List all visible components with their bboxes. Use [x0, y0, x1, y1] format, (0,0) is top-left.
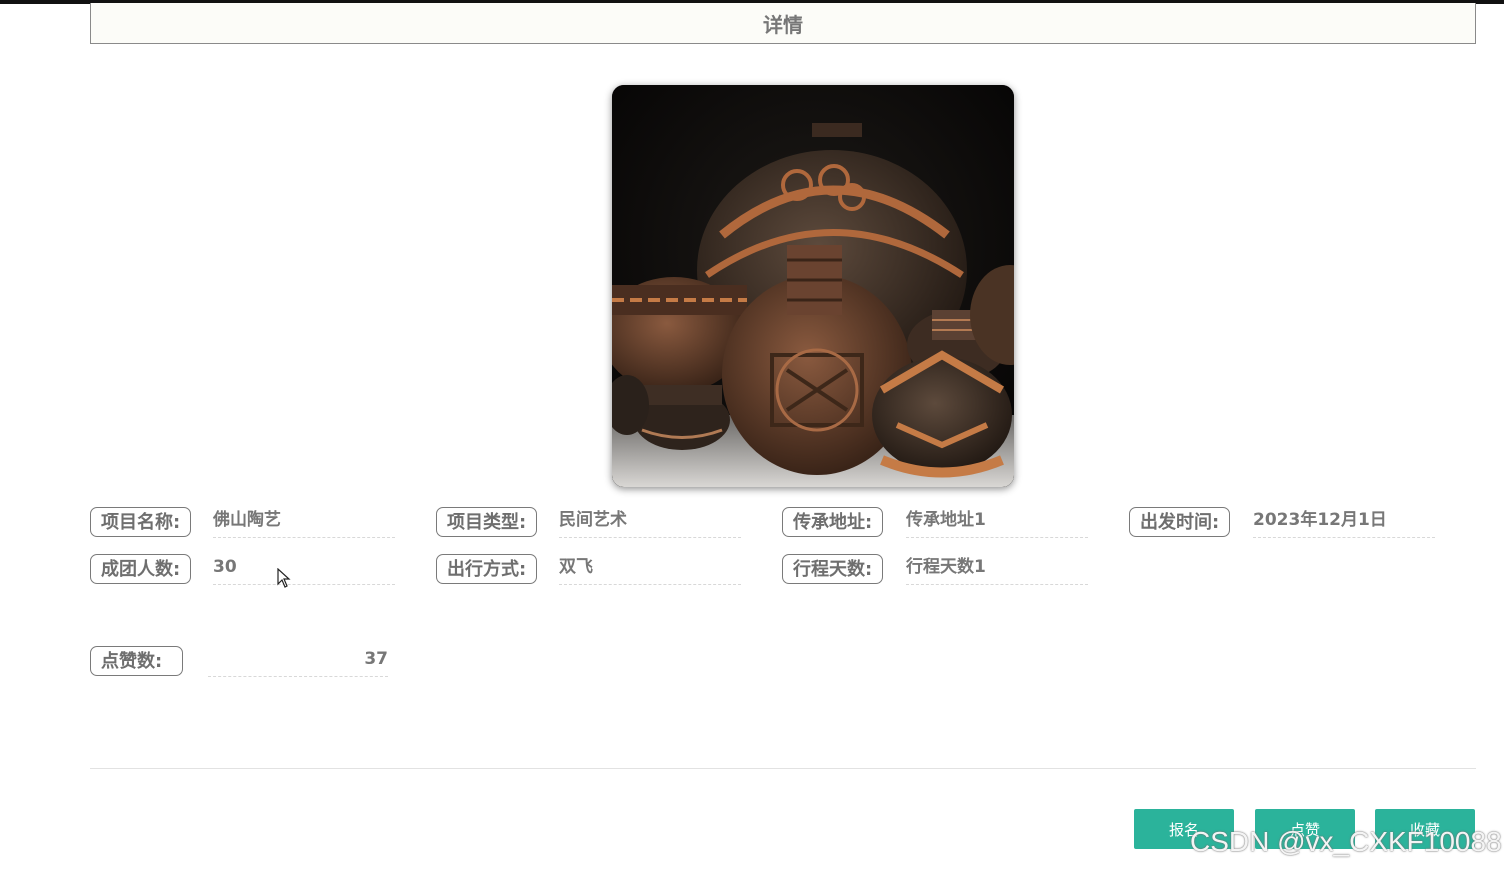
divider	[90, 768, 1476, 769]
trip-days-label: 行程天数:	[782, 554, 884, 584]
field-like-count: 点赞数: 37	[90, 646, 400, 678]
field-travel-mode: 出行方式: 双飞	[436, 554, 746, 586]
field-trip-days: 行程天数: 行程天数1	[782, 554, 1092, 586]
watermark: CSDN @vx_CXKF10088	[1190, 826, 1502, 857]
travel-mode-label: 出行方式:	[436, 554, 538, 584]
detail-header: 详情	[90, 3, 1476, 44]
field-project-name: 项目名称: 佛山陶艺	[90, 507, 400, 539]
mouse-cursor-icon	[277, 568, 291, 588]
heritage-address-label: 传承地址:	[782, 507, 884, 537]
field-group-size: 成团人数: 30	[90, 554, 400, 586]
like-count-value: 37	[208, 646, 388, 677]
like-count-label: 点赞数:	[90, 646, 184, 676]
group-size-label: 成团人数:	[90, 554, 192, 584]
project-image	[612, 85, 1014, 487]
heritage-address-value: 传承地址1	[906, 507, 1088, 538]
page-title: 详情	[763, 13, 803, 37]
project-type-label: 项目类型:	[436, 507, 538, 537]
departure-time-value: 2023年12月1日	[1253, 507, 1435, 538]
project-type-value: 民间艺术	[559, 507, 741, 538]
field-project-type: 项目类型: 民间艺术	[436, 507, 746, 539]
group-size-value: 30	[213, 554, 395, 585]
field-heritage-address: 传承地址: 传承地址1	[782, 507, 1092, 539]
trip-days-value: 行程天数1	[906, 554, 1088, 585]
pottery-image	[612, 85, 1014, 487]
field-departure-time: 出发时间: 2023年12月1日	[1129, 507, 1439, 539]
travel-mode-value: 双飞	[559, 554, 741, 585]
project-name-value: 佛山陶艺	[213, 507, 395, 538]
project-name-label: 项目名称:	[90, 507, 192, 537]
departure-time-label: 出发时间:	[1129, 507, 1231, 537]
